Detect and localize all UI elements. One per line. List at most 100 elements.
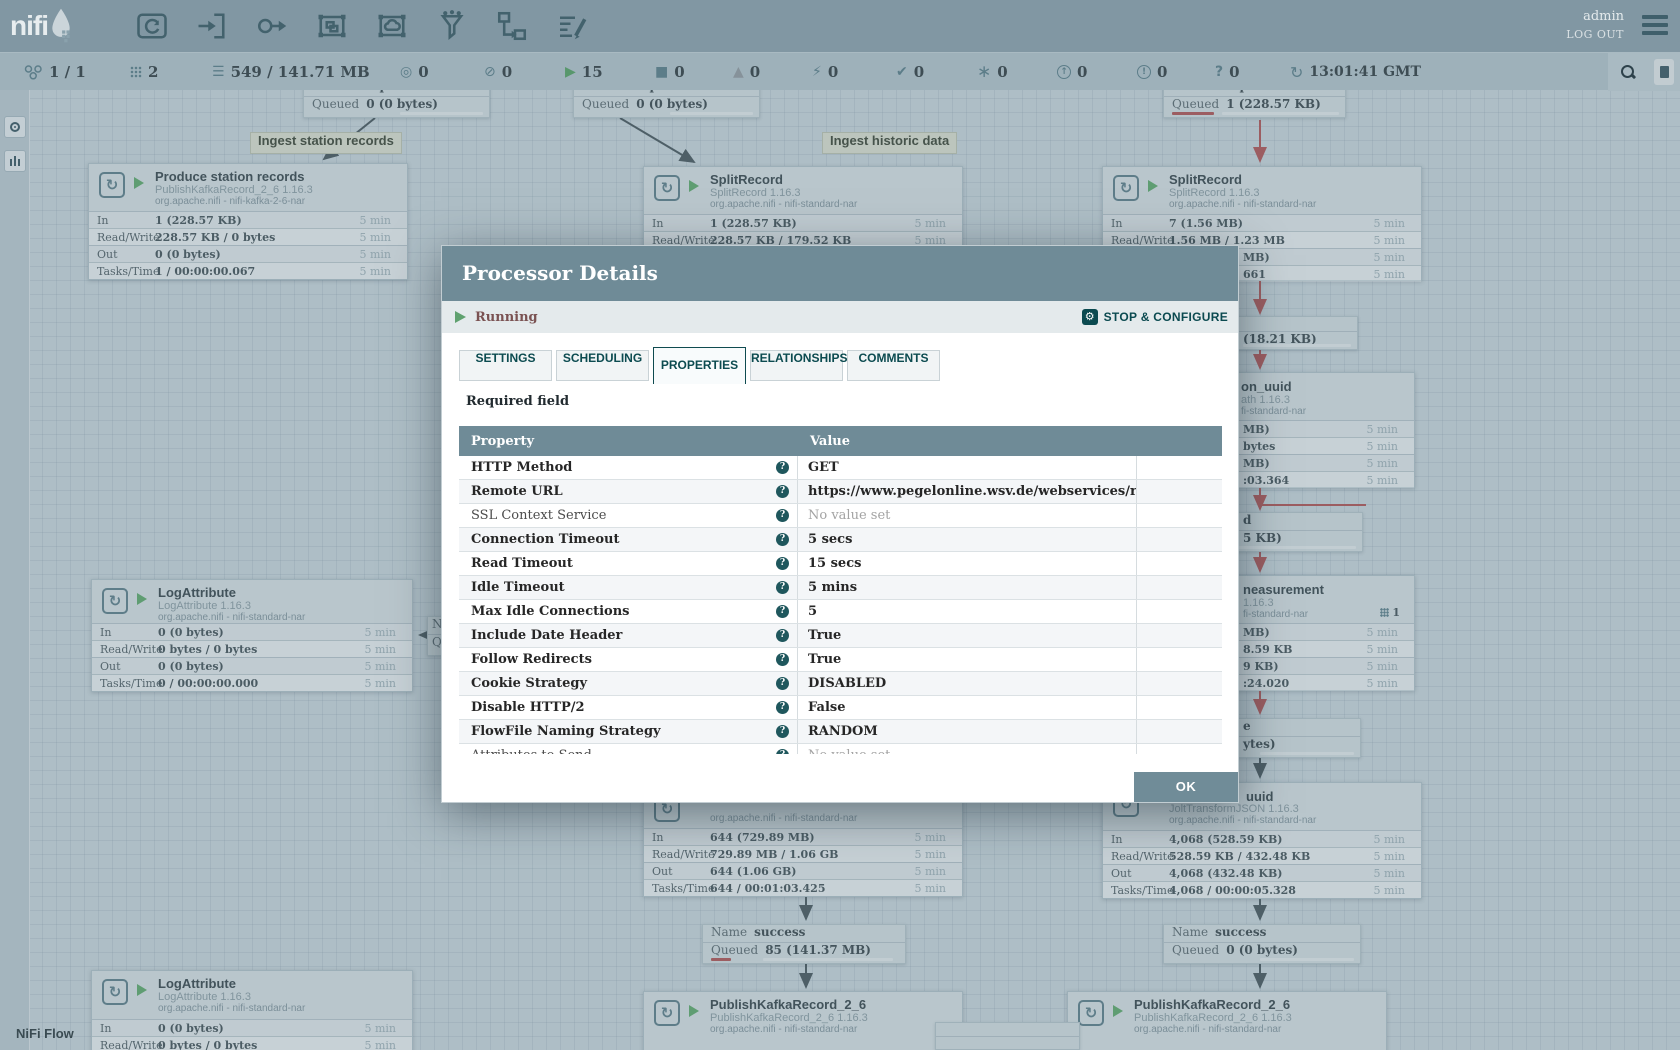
help-icon[interactable]: ? <box>776 653 789 666</box>
dialog-title: Processor Details <box>442 246 1238 301</box>
connection-label[interactable]: Namesuccess Queued0 (0 bytes) <box>1163 924 1361 964</box>
property-name: Max Idle Connections? <box>459 600 798 623</box>
flow-status-bar: 1 / 1 2 ☰549 / 141.71 MB ◎0 ⊘0 ▶15 ■0 ▲0… <box>0 52 1680 90</box>
processor-type: PublishKafkaRecord_2_6 1.16.3 <box>710 1012 868 1024</box>
processor-produce-station-records[interactable]: ↻ Produce station records PublishKafkaRe… <box>88 163 408 280</box>
help-icon[interactable]: ? <box>776 509 789 522</box>
connection-label[interactable] <box>935 1022 1080 1050</box>
remote-process-group-component-icon[interactable] <box>374 8 410 44</box>
row-spacer <box>1137 528 1222 551</box>
property-value: DISABLED <box>798 672 1137 695</box>
property-row: Connection Timeout? 5 secs <box>459 528 1222 552</box>
funnel-component-icon[interactable] <box>434 8 470 44</box>
template-component-icon[interactable] <box>494 8 530 44</box>
processor-icon: ↻ <box>102 588 128 614</box>
property-name: FlowFile Naming Strategy? <box>459 720 798 743</box>
cluster-icon <box>24 65 43 80</box>
gear-icon: ⚙ <box>1082 309 1098 325</box>
processor-name: uuid <box>1246 789 1273 804</box>
cluster-status: 1 / 1 <box>24 53 86 91</box>
help-icon[interactable]: ? <box>776 485 789 498</box>
locally-modified-stale-status: !0 <box>1137 53 1167 91</box>
flow-label[interactable]: Ingest station records <box>250 132 402 154</box>
property-value: https://www.pegelonline.wsv.de/webservic… <box>798 480 1137 503</box>
processor-bundle: org.apache.nifi - nifi-standard-nar <box>1169 199 1316 210</box>
help-icon[interactable]: ? <box>776 461 789 474</box>
row-spacer <box>1137 576 1222 599</box>
process-group-component-icon[interactable] <box>314 8 350 44</box>
locally-modified-stale-icon: ! <box>1137 65 1151 79</box>
logout-link[interactable]: LOG OUT <box>1566 28 1624 41</box>
flow-label[interactable]: Ingest historic data <box>822 132 957 154</box>
help-icon[interactable]: ? <box>776 629 789 642</box>
nifi-drop-icon <box>48 6 74 44</box>
property-value: False <box>798 696 1137 719</box>
backpressure-bars <box>574 112 759 115</box>
dialog-tabs: SETTINGS SCHEDULING PROPERTIES RELATIONS… <box>459 350 940 384</box>
help-icon[interactable]: ? <box>776 749 789 754</box>
dialog-tab[interactable]: SCHEDULING <box>556 350 649 381</box>
run-state-label: Running <box>475 310 538 325</box>
label-component-icon[interactable] <box>554 8 590 44</box>
canvas-control-pan-button[interactable] <box>4 150 26 172</box>
required-field-note: Required field <box>466 394 569 409</box>
help-icon[interactable]: ? <box>776 725 789 738</box>
help-icon[interactable]: ? <box>776 557 789 570</box>
help-icon[interactable]: ? <box>776 605 789 618</box>
processor-component-icon[interactable] <box>134 8 170 44</box>
ok-button[interactable]: OK <box>1134 772 1238 802</box>
dialog-tab[interactable]: SETTINGS <box>459 350 552 381</box>
processor-publishkafka-right[interactable]: ↻ PublishKafkaRecord_2_6 PublishKafkaRec… <box>1067 991 1387 1050</box>
property-value: 5 <box>798 600 1137 623</box>
search-button[interactable] <box>1620 53 1636 91</box>
processor-name: PublishKafkaRecord_2_6 <box>1134 997 1290 1012</box>
processor-logattribute-mid[interactable]: ↻ LogAttribute LogAttribute 1.16.3 org.a… <box>91 579 413 692</box>
help-icon[interactable]: ? <box>776 677 789 690</box>
stop-and-configure-button[interactable]: ⚙ STOP & CONFIGURE <box>1082 301 1228 333</box>
breadcrumb[interactable]: NiFi Flow <box>16 1026 74 1041</box>
processor-logattribute-bottom[interactable]: ↻ LogAttribute LogAttribute 1.16.3 org.a… <box>91 970 413 1050</box>
app-header: nifi <box>0 0 1680 52</box>
stopped-icon: ■ <box>655 64 668 80</box>
stopped-status: ■0 <box>655 53 685 91</box>
processor-type: 1.16.3 <box>1243 597 1274 609</box>
running-icon <box>689 180 699 192</box>
input-port-component-icon[interactable] <box>194 8 230 44</box>
threads-status: 2 <box>130 53 158 91</box>
dialog-tab[interactable]: COMMENTS <box>847 350 940 381</box>
row-spacer <box>1137 600 1222 623</box>
help-icon[interactable]: ? <box>776 533 789 546</box>
global-menu-button[interactable] <box>1642 15 1668 39</box>
search-icon <box>1620 64 1636 80</box>
processor-type: SplitRecord 1.16.3 <box>710 187 801 199</box>
output-port-component-icon[interactable] <box>254 8 290 44</box>
processor-stats: In4,068 (528.59 KB)5 min Read/Write528.5… <box>1103 830 1421 898</box>
row-spacer <box>1137 456 1222 479</box>
processor-bundle: org.apache.nifi - nifi-standard-nar <box>158 1003 305 1014</box>
canvas-control-target-button[interactable] <box>4 116 26 138</box>
processor-name: LogAttribute <box>158 585 236 600</box>
property-value: No value set <box>798 744 1137 754</box>
processor-name: SplitRecord <box>1169 172 1242 187</box>
target-icon <box>10 122 20 132</box>
processor-publishkafka-mid[interactable]: ↻ PublishKafkaRecord_2_6 PublishKafkaRec… <box>643 991 963 1050</box>
properties-table-header: Property Value <box>459 426 1222 456</box>
property-name: Follow Redirects? <box>459 648 798 671</box>
connection-label[interactable]: Namesuccess Queued85 (141.37 MB) <box>702 924 906 964</box>
help-icon[interactable]: ? <box>776 581 789 594</box>
processor-mid-bottom[interactable]: ↻ org.apache.nifi - nifi-standard-nar In… <box>643 793 963 897</box>
transmitting-icon: ◎ <box>400 64 412 80</box>
panel-toggle-button[interactable] <box>1654 59 1674 85</box>
nifi-app: NameResponse Queued0 (0 bytes) NameRespo… <box>0 0 1680 1050</box>
up-to-date-status: ✔0 <box>896 53 924 91</box>
property-row: Disable HTTP/2? False <box>459 696 1222 720</box>
dialog-tab[interactable]: RELATIONSHIPS <box>750 350 843 381</box>
processor-icon: ↻ <box>99 172 125 198</box>
processor-icon: ↻ <box>1078 1000 1104 1026</box>
processor-details-dialog: Processor Details Running ⚙ STOP & CONFI… <box>441 245 1239 803</box>
processor-icon: ↻ <box>654 175 680 201</box>
property-name: Read Timeout? <box>459 552 798 575</box>
panel-icon <box>1660 66 1669 78</box>
dialog-tab[interactable]: PROPERTIES <box>653 347 746 384</box>
help-icon[interactable]: ? <box>776 701 789 714</box>
